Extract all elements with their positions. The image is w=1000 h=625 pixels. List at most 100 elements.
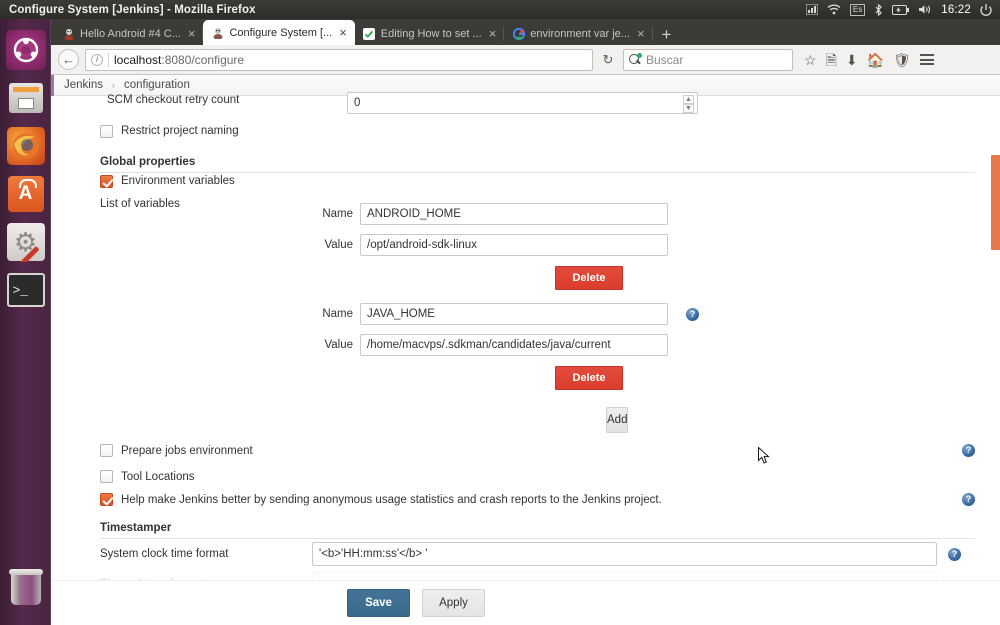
tab-label: Hello Android #4 C...	[80, 27, 181, 40]
tool-locations-checkbox-group[interactable]: Tool Locations	[100, 470, 975, 483]
env-var-name-row: Name ANDROID_HOME	[313, 203, 975, 225]
launcher-item-ubuntu-dash[interactable]	[5, 30, 46, 70]
home-icon[interactable]: 🏠	[867, 53, 884, 67]
files-icon	[8, 83, 43, 113]
launcher-item-terminal[interactable]: >_	[6, 270, 46, 310]
env-var-value-input[interactable]: /opt/android-sdk-linux	[360, 234, 668, 256]
usage-stats-label: Help make Jenkins better by sending anon…	[121, 493, 662, 506]
clock-format-input[interactable]: '<b>'HH:mm:ss'</b> '	[312, 542, 937, 566]
tab-label: Configure System [...	[229, 26, 333, 39]
launcher-item-software-center[interactable]: A	[6, 174, 46, 214]
url-host: localhost	[114, 52, 162, 67]
page-info-icon[interactable]: i	[91, 53, 103, 66]
env-var-value-input[interactable]: /home/macvps/.sdkman/candidates/java/cur…	[360, 334, 668, 356]
prepare-jobs-env-checkbox[interactable]	[100, 444, 113, 457]
reload-icon[interactable]: ↻	[599, 52, 617, 68]
keyboard-layout-indicator[interactable]: Es	[849, 3, 866, 16]
env-var-delete-row: Delete	[313, 266, 975, 290]
network-icon[interactable]	[805, 4, 818, 15]
restrict-naming-checkbox-group[interactable]: Restrict project naming	[100, 124, 239, 138]
scm-retry-input[interactable]: 0 ▲ ▼	[347, 92, 698, 114]
value-label: Value	[324, 339, 353, 351]
firefox-window: Hello Android #4 C... × Configure System…	[51, 19, 1000, 625]
env-var-delete-button[interactable]: Delete	[555, 266, 623, 290]
search-input[interactable]: Buscar	[646, 53, 683, 67]
power-icon[interactable]	[980, 3, 992, 16]
battery-icon[interactable]	[892, 4, 910, 15]
download-icon[interactable]: ⬇	[846, 53, 858, 67]
add-variable-button[interactable]: Add	[606, 407, 629, 433]
url-bar[interactable]: i localhost:8080/configure	[85, 48, 593, 71]
env-var-name-input[interactable]: ANDROID_HOME	[360, 203, 668, 225]
ubuntu-logo-icon	[5, 30, 46, 70]
tool-locations-label: Tool Locations	[121, 470, 195, 483]
help-icon[interactable]: ?	[962, 444, 975, 457]
hamburger-menu-icon[interactable]	[919, 54, 934, 65]
window-title: Configure System [Jenkins] - Mozilla Fir…	[9, 3, 256, 16]
form-button-bar: Save Apply	[51, 580, 1000, 625]
desktop-screen: Configure System [Jenkins] - Mozilla Fir…	[0, 0, 1000, 625]
volume-icon[interactable]	[918, 4, 932, 15]
firefox-icon	[6, 127, 45, 165]
env-var-delete-row: Delete	[313, 366, 975, 390]
restrict-naming-checkbox[interactable]	[100, 124, 113, 138]
prepare-jobs-env-checkbox-group[interactable]: Prepare jobs environment	[100, 444, 253, 457]
launcher-item-firefox[interactable]	[6, 126, 46, 166]
tab-close-icon[interactable]: ×	[635, 27, 647, 40]
env-var-entry-1: Name JAVA_HOME ? Value /home/macvps/.sdk…	[313, 303, 975, 390]
shield-icon[interactable]: 🛡	[893, 53, 911, 67]
software-center-icon: A	[7, 176, 44, 212]
mouse-cursor	[758, 447, 770, 464]
browser-tab-2[interactable]: Editing How to set ... ×	[355, 22, 505, 45]
option-row-2: Help make Jenkins better by sending anon…	[100, 493, 975, 506]
search-bar[interactable]: Buscar	[623, 48, 793, 71]
env-var-value-row: Value /opt/android-sdk-linux	[313, 234, 975, 256]
help-icon[interactable]: ?	[686, 307, 699, 321]
env-vars-label: Environment variables	[121, 175, 235, 187]
navigation-toolbar: ← i localhost:8080/configure ↻ Buscar ☆ …	[51, 45, 1000, 75]
browser-tab-0[interactable]: Hello Android #4 C... ×	[54, 22, 204, 45]
page-scrollbar-thumb[interactable]	[991, 155, 1000, 250]
jenkins-icon	[211, 26, 224, 39]
spinner-arrows-icon[interactable]: ▲ ▼	[683, 95, 694, 113]
wifi-icon[interactable]	[827, 4, 841, 15]
config-form: SCM checkout retry count 0 ▲ ▼ Restrict p…	[51, 90, 1000, 596]
star-icon[interactable]: ☆	[804, 53, 817, 67]
add-variable-row: Add	[606, 407, 629, 433]
name-label: Name	[322, 308, 353, 320]
bluetooth-icon[interactable]	[874, 3, 883, 16]
prepare-jobs-env-label: Prepare jobs environment	[121, 444, 253, 457]
tool-locations-checkbox[interactable]	[100, 470, 113, 483]
usage-stats-checkbox[interactable]	[100, 493, 113, 506]
env-vars-checkbox-group[interactable]: Environment variables	[100, 174, 235, 188]
tab-close-icon[interactable]: ×	[487, 27, 499, 40]
unity-launcher: A ⚙ >_	[0, 19, 51, 625]
browser-tab-3[interactable]: environment var je... ×	[504, 22, 653, 45]
clock[interactable]: 16:22	[941, 4, 971, 16]
restrict-naming-row: Restrict project naming	[100, 116, 975, 146]
new-tab-button[interactable]: +	[653, 26, 681, 45]
system-tray: Es 16:22	[805, 3, 1000, 16]
launcher-item-trash[interactable]	[6, 569, 46, 609]
tab-close-icon[interactable]: ×	[186, 27, 198, 40]
usage-stats-checkbox-group[interactable]: Help make Jenkins better by sending anon…	[100, 493, 662, 506]
help-icon[interactable]: ?	[962, 493, 975, 506]
library-icon[interactable]: 🗎	[826, 53, 837, 67]
tab-close-icon[interactable]: ×	[337, 26, 349, 39]
url-path: :8080/configure	[161, 52, 245, 67]
tab-label: Editing How to set ...	[380, 27, 482, 40]
value-label: Value	[324, 239, 353, 251]
scm-retry-row: SCM checkout retry count 0 ▲ ▼	[107, 90, 975, 116]
launcher-item-system-settings[interactable]: ⚙	[6, 222, 46, 262]
env-var-delete-button[interactable]: Delete	[555, 366, 623, 390]
save-button[interactable]: Save	[347, 589, 410, 617]
apply-button[interactable]: Apply	[422, 589, 485, 617]
browser-tab-1[interactable]: Configure System [... ×	[203, 20, 355, 45]
help-icon[interactable]: ?	[948, 547, 961, 561]
jenkins-page: Jenkins › configuration SCM checkout ret…	[51, 75, 1000, 625]
launcher-item-files[interactable]	[6, 78, 46, 118]
env-var-name-input[interactable]: JAVA_HOME	[360, 303, 668, 325]
back-arrow-icon[interactable]: ←	[58, 49, 79, 70]
env-vars-checkbox[interactable]	[100, 174, 113, 188]
timestamper-title: Timestamper	[100, 515, 975, 539]
